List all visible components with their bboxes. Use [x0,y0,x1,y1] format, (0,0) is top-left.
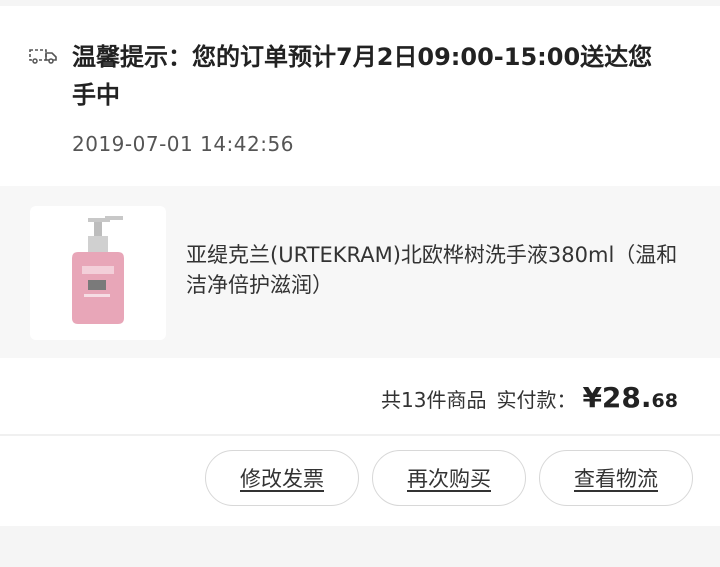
product-thumbnail[interactable] [30,206,166,340]
edit-invoice-label: 修改发票 [240,467,324,491]
buy-again-label: 再次购买 [407,467,491,491]
delivery-notice-text: 温馨提示：您的订单预计7月2日09:00-15:00送达您手中 [72,43,653,109]
product-name[interactable]: 亚缇克兰(URTEKRAM)北欧桦树洗手液380ml（温和洁净倍护滋润） [186,240,686,300]
price-integer: ¥28. [582,381,652,414]
edit-invoice-button[interactable]: 修改发票 [205,450,359,506]
view-logistics-label: 查看物流 [574,467,658,491]
top-separator [0,0,720,6]
price-decimal: 68 [651,390,678,412]
buy-again-button[interactable]: 再次购买 [372,450,526,506]
bottom-separator [0,526,720,567]
view-logistics-button[interactable]: 查看物流 [539,450,693,506]
order-summary: 共13件商品 实付款： ¥28. 68 [381,381,678,414]
delivery-truck-icon [29,49,57,64]
hand-soap-bottle-image [72,216,124,324]
paid-label: 实付款： [496,388,577,412]
item-count: 共13件商品 [381,388,487,412]
product-item[interactable]: 亚缇克兰(URTEKRAM)北欧桦树洗手液380ml（温和洁净倍护滋润） [0,186,720,358]
order-timestamp: 2019-07-01 14:42:56 [72,132,294,156]
divider [0,434,720,436]
